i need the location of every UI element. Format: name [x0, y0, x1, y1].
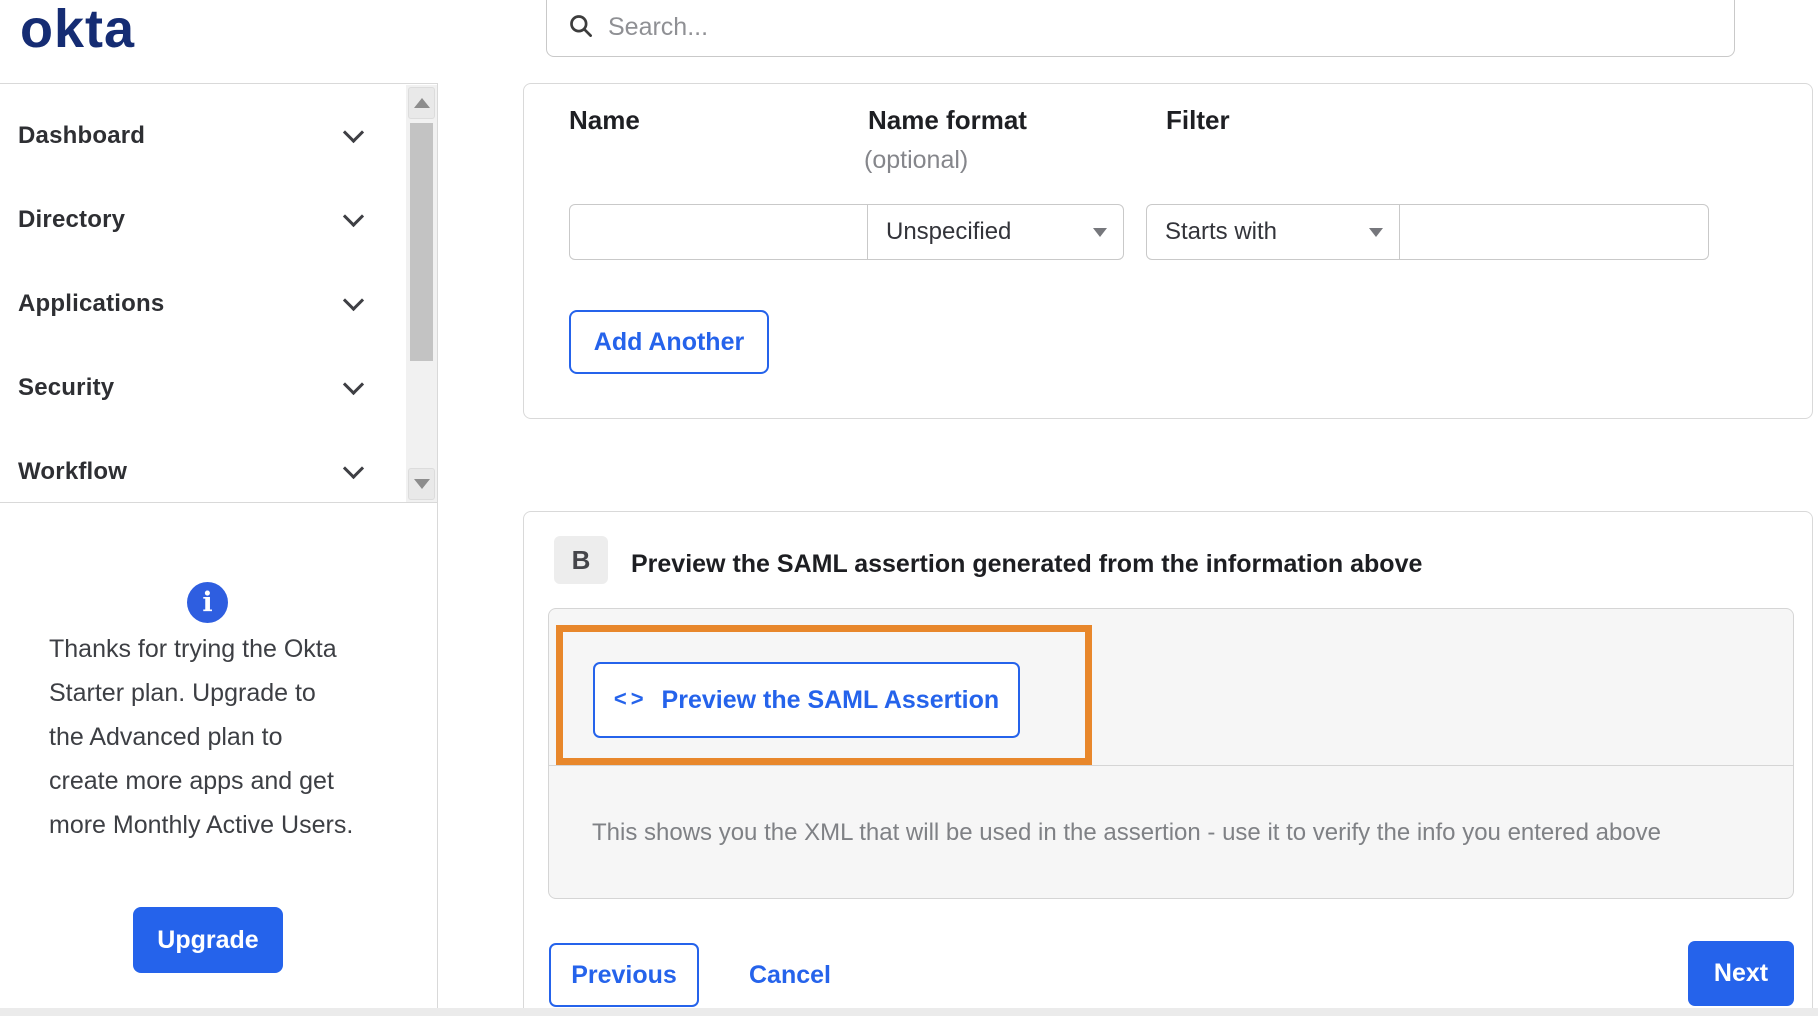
sidebar-item-applications[interactable]: Applications [0, 262, 437, 346]
upgrade-panel: i Thanks for trying the Okta Starter pla… [0, 503, 437, 1009]
name-column-label: Name [569, 105, 640, 135]
add-another-button[interactable]: Add Another [569, 310, 769, 374]
chevron-down-icon [342, 121, 365, 144]
preview-button-area: <> Preview the SAML Assertion [549, 609, 1793, 766]
name-format-column-label: Name format [868, 105, 1027, 135]
preview-box: <> Preview the SAML Assertion This shows… [548, 608, 1794, 899]
cancel-link[interactable]: Cancel [749, 943, 831, 1007]
preview-saml-panel: B Preview the SAML assertion generated f… [523, 511, 1813, 1016]
next-button[interactable]: Next [1688, 941, 1794, 1006]
sidebar-item-label: Directory [18, 206, 126, 233]
search-input[interactable] [608, 13, 1714, 42]
sidebar-item-dashboard[interactable]: Dashboard [0, 94, 437, 178]
global-search [546, 0, 1735, 57]
info-icon: i [187, 582, 228, 623]
upgrade-message-line: Starter plan. Upgrade to [49, 679, 316, 707]
upgrade-message-line: create more apps and get [49, 767, 334, 795]
section-b-badge: B [554, 536, 608, 584]
filter-type-select[interactable]: Starts with [1146, 204, 1400, 260]
name-format-selected-value: Unspecified [886, 218, 1012, 245]
preview-description: This shows you the XML that will be used… [592, 818, 1662, 846]
preview-saml-assertion-button[interactable]: <> Preview the SAML Assertion [593, 662, 1020, 738]
scrollbar-up-button[interactable] [408, 87, 435, 119]
search-icon [567, 12, 594, 44]
dropdown-arrow-icon [1093, 227, 1107, 237]
sidebar-item-label: Applications [18, 290, 165, 317]
okta-admin-screen: okta Dashboard Directory Applications [0, 0, 1818, 1016]
okta-logo: okta [20, 0, 136, 59]
previous-button[interactable]: Previous [549, 943, 699, 1007]
scrollbar-thumb[interactable] [410, 123, 433, 361]
code-icon: <> [613, 686, 648, 711]
upgrade-message-line: more Monthly Active Users. [49, 811, 354, 839]
upgrade-message-line: Thanks for trying the Okta [49, 635, 337, 663]
page-bottom-strip [0, 1008, 1818, 1016]
sidebar: Dashboard Directory Applications Securit… [0, 83, 438, 1009]
sidebar-item-workflow[interactable]: Workflow [0, 430, 437, 514]
upgrade-button[interactable]: Upgrade [133, 907, 283, 973]
scrollbar-down-icon [413, 479, 430, 489]
name-format-optional-label: (optional) [864, 146, 969, 174]
chevron-down-icon [342, 457, 365, 480]
scrollbar-up-icon [413, 98, 430, 108]
filter-type-selected-value: Starts with [1165, 218, 1278, 245]
sidebar-item-label: Workflow [18, 458, 128, 485]
upgrade-message: Thanks for trying the Okta Starter plan.… [49, 627, 353, 847]
scrollbar-down-button[interactable] [408, 468, 435, 500]
filter-value-input[interactable] [1399, 204, 1709, 260]
preview-button-label: Preview the SAML Assertion [661, 685, 1000, 714]
sidebar-item-label: Dashboard [18, 122, 146, 149]
attribute-name-input[interactable] [569, 204, 868, 260]
name-format-select[interactable]: Unspecified [867, 204, 1124, 260]
chevron-down-icon [342, 205, 365, 228]
sidebar-menu: Dashboard Directory Applications Securit… [0, 84, 437, 503]
sidebar-item-label: Security [18, 374, 115, 401]
section-b-title: Preview the SAML assertion generated fro… [631, 550, 1423, 578]
upgrade-message-line: the Advanced plan to [49, 723, 283, 751]
attribute-statements-panel: Name Name format (optional) Filter Unspe… [523, 83, 1813, 419]
dropdown-arrow-icon [1369, 227, 1383, 237]
chevron-down-icon [342, 373, 365, 396]
sidebar-item-security[interactable]: Security [0, 346, 437, 430]
filter-column-label: Filter [1166, 105, 1230, 135]
chevron-down-icon [342, 289, 365, 312]
sidebar-item-directory[interactable]: Directory [0, 178, 437, 262]
sidebar-scrollbar[interactable] [406, 85, 437, 502]
